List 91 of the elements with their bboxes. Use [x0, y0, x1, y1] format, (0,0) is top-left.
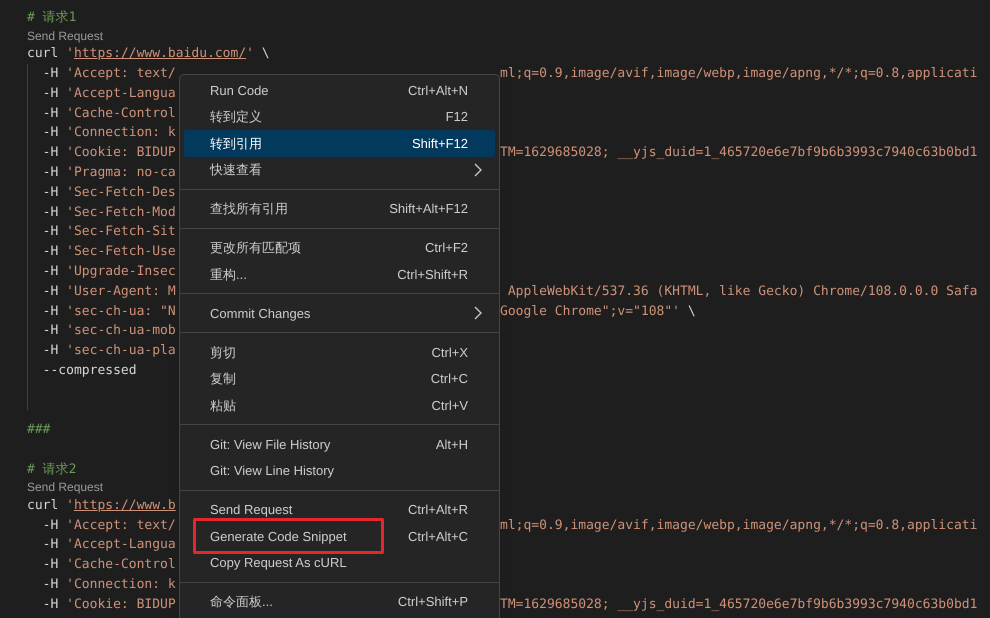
shortcut-label: Ctrl+Alt+C	[408, 528, 468, 546]
menu-item[interactable]: Commit Changes	[184, 300, 495, 326]
url-link[interactable]: https://www.b	[74, 498, 176, 512]
code-text: -H	[42, 106, 58, 120]
string-text: 'Accept: text/	[65, 518, 176, 532]
menu-item[interactable]: 重构... Ctrl+Shift+R	[184, 261, 495, 288]
menu-item[interactable]: Run Code Ctrl+Alt+N	[184, 77, 495, 104]
string-text: 'Pragma: no-ca	[65, 166, 176, 179]
menu-item[interactable]: 转到定义 F12	[184, 104, 495, 130]
string-text: 'sec-ch-ua-pla	[65, 344, 176, 358]
code-text: -H	[42, 66, 58, 80]
string-text: 'Upgrade-Insec	[65, 264, 176, 278]
code-text: -H	[42, 284, 58, 298]
send-request-link[interactable]: Send Request	[27, 30, 104, 42]
string-text: 'Connection: k	[65, 126, 176, 140]
shortcut-label: Shift+F12	[412, 134, 468, 152]
menu-item[interactable]: 剪切 Ctrl+X	[184, 339, 495, 366]
string-text: 'Accept-Langua	[65, 86, 176, 100]
string-text: ml;q=0.9,image/avif,image/webp,image/apng,*/*;q=0.8,applicati	[500, 66, 978, 80]
code-text: -H	[42, 206, 58, 219]
code-text: -H	[42, 245, 58, 258]
string-text: '	[246, 47, 254, 60]
code-text: -H	[42, 225, 58, 238]
send-request-link[interactable]: Send Request	[27, 481, 104, 494]
code-text: -H	[42, 304, 58, 318]
string-text: AppleWebKit/537.36 (KHTML, like Gecko) Chrome/108.0.0.0 Safa	[506, 284, 978, 298]
code-text: -H	[42, 186, 58, 199]
code-text: -H	[42, 324, 58, 338]
string-text: 'sec-ch-ua-mob	[65, 324, 176, 338]
menu-item[interactable]: 复制 Ctrl+C	[184, 366, 495, 392]
string-text: 'Sec-Fetch-Use	[65, 245, 176, 258]
shortcut-label: Ctrl+Shift+P	[398, 593, 468, 611]
string-text: 'Accept: text/	[65, 66, 176, 80]
code-text: curl	[27, 47, 60, 60]
shortcut-label: Ctrl+Alt+N	[408, 82, 468, 100]
comment-text: # 请求2	[27, 462, 76, 476]
menu-item[interactable]: Send Request Ctrl+Alt+R	[184, 496, 495, 523]
code-text: --compressed	[42, 364, 137, 377]
code-text: curl	[27, 498, 60, 512]
code-text: -H	[42, 86, 58, 100]
code-text: \	[686, 304, 696, 318]
menu-item[interactable]: 查找所有引用 Shift+Alt+F12	[184, 196, 495, 222]
menu-item[interactable]: Generate Code Snippet Ctrl+Alt+C	[184, 523, 495, 550]
string-text: 'Sec-Fetch-Des	[65, 186, 176, 199]
code-text: -H	[42, 598, 58, 611]
menu-item[interactable]: Copy Request As cURL	[184, 550, 495, 576]
string-text: 'Cookie: BIDUP	[65, 146, 176, 160]
code-text: -H	[42, 578, 58, 591]
code-text: -H	[42, 146, 58, 160]
string-text: TM=1629685028; __yjs_duid=1_465720e6e7bf9b6b3993c7940c63b0bd1	[500, 598, 978, 611]
shortcut-label: Ctrl+V	[432, 396, 468, 414]
code-text: -H	[42, 344, 58, 358]
menu-item[interactable]: Git: View File History Alt+H	[184, 431, 495, 458]
code-text: -H	[42, 264, 58, 278]
string-text: Google Chrome";v="108"'	[500, 304, 680, 318]
shortcut-label: Ctrl+F2	[425, 239, 468, 257]
shortcut-label: Ctrl+X	[432, 344, 468, 362]
string-text: 'Cache-Control	[65, 558, 176, 572]
menu-item[interactable]: 转到引用 Shift+F12	[184, 130, 495, 156]
code-text: -H	[42, 558, 58, 572]
string-text: ml;q=0.9,image/avif,image/webp,image/apng,*/*;q=0.8,applicati	[500, 518, 978, 532]
code-text: -H	[42, 126, 58, 140]
menu-item[interactable]: 快速查看	[184, 156, 495, 183]
menu-item[interactable]: 命令面板... Ctrl+Shift+P	[184, 588, 495, 615]
code-text: \	[260, 47, 270, 60]
shortcut-label: Ctrl+Alt+R	[408, 501, 468, 519]
string-text: 'Cookie: BIDUP	[65, 598, 176, 611]
string-text: TM=1629685028; __yjs_duid=1_465720e6e7bf9b6b3993c7940c63b0bd1	[500, 146, 978, 160]
string-text: '	[66, 47, 74, 60]
string-text: 'Connection: k	[65, 578, 176, 591]
string-text: 'Cache-Control	[65, 106, 176, 120]
code-text: -H	[42, 538, 58, 552]
string-text: 'Accept-Langua	[65, 538, 176, 552]
string-text: 'sec-ch-ua: "N	[65, 304, 176, 318]
menu-item[interactable]: 更改所有匹配项 Ctrl+F2	[184, 234, 495, 261]
menu-item[interactable]: 粘贴 Ctrl+V	[184, 392, 495, 418]
url-link[interactable]: https://www.baidu.com/	[74, 47, 246, 60]
shortcut-label: Shift+Alt+F12	[389, 200, 468, 218]
code-text: -H	[42, 166, 58, 179]
shortcut-label: Alt+H	[436, 436, 468, 454]
code-text: -H	[42, 518, 58, 532]
string-text: '	[66, 498, 74, 512]
menu-item[interactable]: Git: View Line History	[184, 458, 495, 484]
comment-text: ###	[27, 423, 50, 436]
string-text: 'Sec-Fetch-Sit	[65, 225, 176, 238]
string-text: 'User-Agent: M	[65, 284, 176, 298]
string-text: 'Sec-Fetch-Mod	[65, 206, 176, 219]
comment-text: # 请求1	[27, 11, 76, 24]
shortcut-label: Ctrl+Shift+R	[397, 266, 468, 284]
shortcut-label: F12	[446, 108, 468, 126]
shortcut-label: Ctrl+C	[430, 370, 468, 388]
